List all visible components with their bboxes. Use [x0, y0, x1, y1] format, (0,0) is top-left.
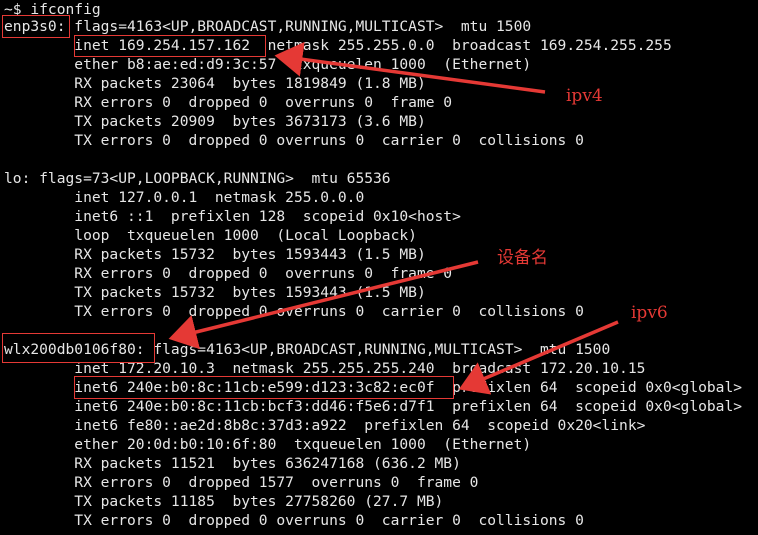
ipv4-arrow	[274, 41, 546, 94]
device-name-annotation: 设备名	[497, 248, 548, 268]
ipv6-annotation: ipv6	[631, 303, 668, 323]
ipv6-arrow	[458, 320, 619, 395]
device-name-arrow	[168, 260, 479, 350]
terminal-window[interactable]: ~$ ifconfig enp3s0: flags=4163<UP,BROADC…	[0, 0, 758, 535]
annotation-arrows	[168, 41, 619, 395]
ipv4-annotation: ipv4	[566, 86, 603, 106]
